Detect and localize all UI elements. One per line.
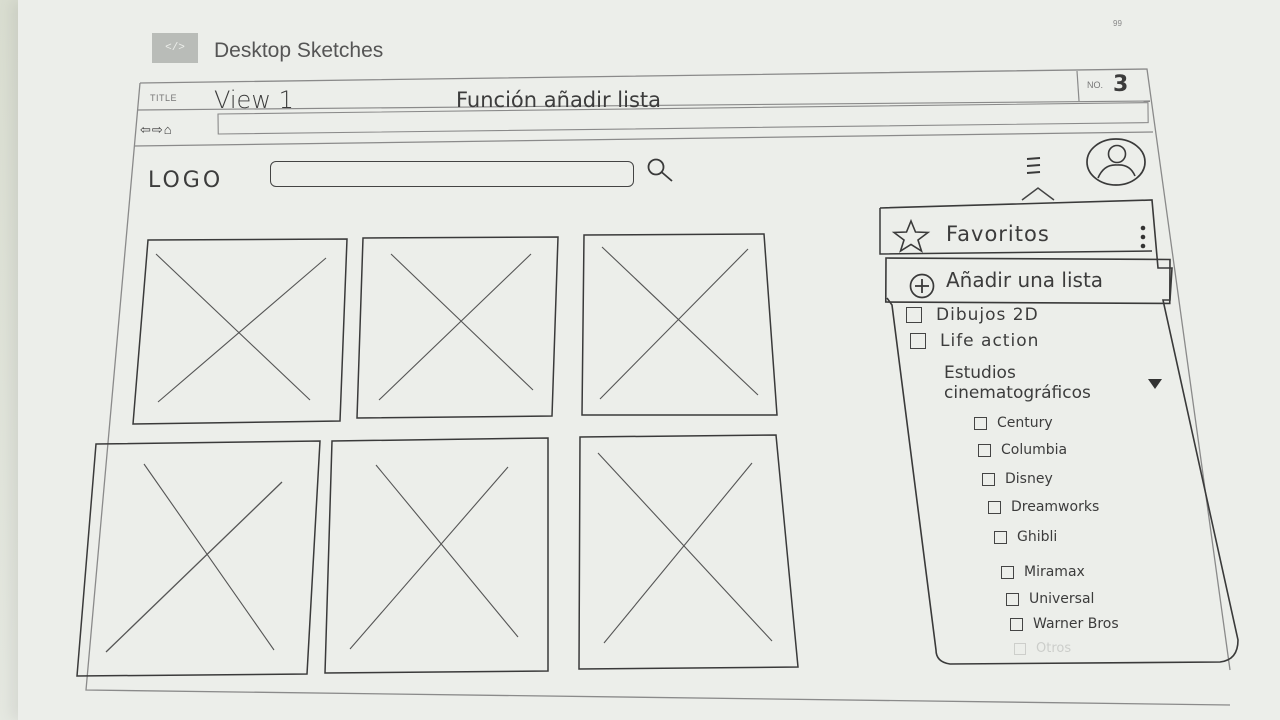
add-list-button[interactable]: Añadir una lista — [946, 268, 1103, 292]
checkbox[interactable] — [978, 443, 991, 457]
studio-label: Disney — [1005, 471, 1053, 487]
studio-label: Century — [997, 415, 1053, 431]
view-description: Función añadir lista — [456, 88, 661, 112]
add-circle-icon[interactable] — [906, 271, 938, 301]
search-input[interactable] — [270, 161, 634, 187]
checkbox[interactable] — [1006, 592, 1019, 606]
url-bar[interactable] — [218, 114, 1148, 136]
checkbox[interactable] — [994, 530, 1007, 544]
image-placeholder[interactable] — [322, 435, 552, 675]
studio-item[interactable]: Ghibli — [994, 529, 1057, 545]
image-placeholder[interactable] — [355, 234, 561, 422]
studio-label: Warner Bros — [1033, 616, 1119, 632]
category-label: Dibujos 2D — [936, 305, 1039, 325]
hamburger-icon[interactable] — [1024, 155, 1044, 177]
view-name: View 1 — [214, 86, 294, 114]
search-icon[interactable] — [645, 156, 675, 184]
favorites-label[interactable]: Favoritos — [946, 222, 1050, 246]
title-label: TITLE — [150, 93, 178, 103]
studio-label: Ghibli — [1017, 529, 1058, 545]
checkbox[interactable] — [1014, 642, 1026, 655]
studio-item[interactable]: Disney — [982, 471, 1053, 487]
image-placeholder[interactable] — [74, 438, 324, 678]
studio-label: Miramax — [1024, 564, 1085, 580]
checkbox[interactable] — [910, 333, 926, 349]
image-placeholder[interactable] — [576, 433, 802, 673]
studio-item[interactable]: Otros — [1014, 641, 1071, 656]
kebab-icon[interactable] — [1136, 223, 1150, 253]
studio-item[interactable]: Dreamworks — [988, 499, 1099, 515]
studio-label: Columbia — [1001, 442, 1068, 458]
studio-item[interactable]: Warner Bros — [1010, 616, 1119, 632]
studios-heading-line2: cinematográficos — [944, 383, 1091, 403]
category-item[interactable]: Life action — [910, 331, 1039, 351]
studio-item[interactable]: Columbia — [978, 442, 1067, 458]
browser-nav-icons[interactable]: ⇦⇨⌂ — [140, 122, 173, 138]
checkbox[interactable] — [906, 307, 922, 323]
studios-heading[interactable]: Estudios cinematográficos — [944, 363, 1124, 403]
checkbox[interactable] — [982, 472, 995, 486]
studio-item[interactable]: Miramax — [1001, 564, 1085, 580]
logo[interactable]: LOGO — [148, 168, 223, 193]
studio-label: Otros — [1036, 641, 1072, 656]
number-label: NO. — [1087, 80, 1104, 90]
image-placeholder[interactable] — [580, 231, 780, 419]
checkbox[interactable] — [988, 500, 1001, 514]
studio-item[interactable]: Century — [974, 415, 1053, 431]
avatar-icon[interactable] — [1084, 138, 1148, 188]
studio-label: Dreamworks — [1011, 499, 1100, 515]
checkbox[interactable] — [1010, 617, 1023, 631]
checkbox[interactable] — [1001, 565, 1014, 579]
image-placeholder[interactable] — [128, 236, 350, 428]
studio-label: Universal — [1029, 591, 1095, 607]
category-item[interactable]: Dibujos 2D — [906, 305, 1039, 325]
sketch-number: 3 — [1113, 72, 1129, 97]
caret-down-icon[interactable] — [1146, 377, 1164, 391]
star-icon — [891, 219, 931, 253]
studios-heading-line1: Estudios — [944, 363, 1016, 383]
category-label: Life action — [940, 331, 1040, 351]
studio-item[interactable]: Universal — [1006, 591, 1094, 607]
checkbox[interactable] — [974, 416, 987, 430]
